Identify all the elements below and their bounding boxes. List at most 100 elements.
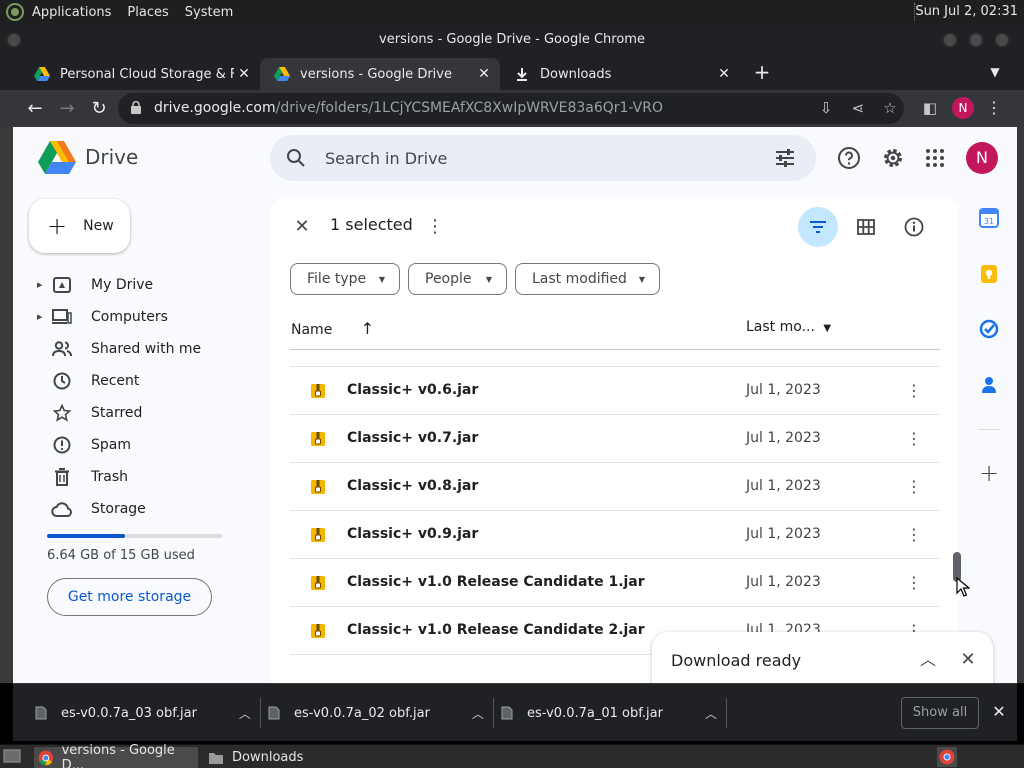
file-more-actions-icon[interactable]: ⋮	[904, 475, 924, 499]
taskbar-item-downloads[interactable]: Downloads	[204, 747, 364, 768]
google-drive-logo-icon[interactable]	[38, 141, 76, 175]
tab-close-icon[interactable]: ✕	[234, 66, 254, 82]
trash-icon	[51, 468, 73, 486]
google-calendar-icon[interactable]: 31	[979, 208, 999, 228]
file-more-actions-icon[interactable]: ⋮	[904, 523, 924, 547]
new-button[interactable]: + New	[29, 199, 130, 253]
tab-personal-cloud-storage[interactable]: Personal Cloud Storage & File ✕	[20, 58, 260, 90]
table-row[interactable]: Classic+ v1.0 Release Candidate 1.jar Ju…	[290, 559, 940, 607]
storage-usage-text: 6.64 GB of 15 GB used	[47, 548, 195, 563]
forward-button[interactable]: →	[54, 96, 80, 122]
menu-applications[interactable]: Applications	[32, 5, 111, 20]
filter-chip-people[interactable]: People ▼	[408, 263, 507, 295]
grid-view-button[interactable]	[846, 207, 886, 247]
tab-close-icon[interactable]: ✕	[474, 66, 494, 82]
expand-arrow-icon[interactable]: ▶	[37, 281, 47, 289]
new-tab-button[interactable]: +	[750, 60, 774, 84]
sidebar-item-trash[interactable]: Trash	[37, 462, 247, 492]
google-tasks-icon[interactable]	[979, 319, 999, 339]
distro-logo-icon[interactable]	[6, 3, 24, 21]
file-more-actions-icon[interactable]: ⋮	[904, 379, 924, 403]
tray-chrome-icon[interactable]	[937, 747, 957, 767]
details-info-button[interactable]	[894, 207, 934, 247]
help-icon[interactable]	[837, 146, 861, 170]
download-item[interactable]: es-v0.0.7a_02 obf.jar ︿	[268, 684, 484, 742]
sidebar-item-my-drive[interactable]: ▶ My Drive	[37, 270, 247, 300]
window-title: versions - Google Drive - Google Chrome	[379, 32, 645, 47]
sidebar-item-spam[interactable]: Spam	[37, 430, 247, 460]
download-options-chevron-up-icon[interactable]: ︿	[239, 705, 251, 722]
account-avatar[interactable]: N	[966, 142, 998, 174]
sidebar-item-computers[interactable]: ▶ Computers	[37, 302, 247, 332]
table-row[interactable]: Classic+ v0.6.jar Jul 1, 2023 ⋮	[290, 367, 940, 415]
sidebar-item-storage[interactable]: Storage	[37, 494, 247, 524]
apps-grid-icon[interactable]	[923, 146, 947, 170]
expand-toast-chevron-up-icon[interactable]: ︿	[916, 648, 940, 672]
toolbar: ← → ↻ drive.google.com/drive/folders/1LC…	[0, 90, 1024, 127]
table-row[interactable]: Classic+ v0.7.jar Jul 1, 2023 ⋮	[290, 415, 940, 463]
search-icon[interactable]	[286, 148, 306, 168]
close-window-button[interactable]	[994, 32, 1010, 48]
settings-gear-icon[interactable]	[881, 146, 905, 170]
taskbar-item-chrome[interactable]: versions - Google D...	[34, 743, 198, 768]
app-name[interactable]: Drive	[85, 145, 138, 169]
tab-downloads[interactable]: Downloads ✕	[500, 58, 740, 90]
close-toast-icon[interactable]: ✕	[956, 648, 980, 672]
expand-arrow-icon[interactable]: ▶	[37, 313, 47, 321]
bookmark-star-icon[interactable]: ☆	[878, 96, 902, 120]
share-icon[interactable]: ⋖	[846, 96, 870, 120]
download-item[interactable]: es-v0.0.7a_03 obf.jar ︿	[35, 684, 251, 742]
google-keep-icon[interactable]	[979, 264, 999, 284]
chrome-menu-icon[interactable]: ⋮	[984, 96, 1004, 120]
sidebar-item-recent[interactable]: Recent	[37, 366, 247, 396]
storage-usage-fill	[47, 534, 125, 538]
tab-close-icon[interactable]: ✕	[714, 66, 734, 82]
table-row[interactable]: Classic+ v0.9.jar Jul 1, 2023 ⋮	[290, 511, 940, 559]
profile-avatar[interactable]: N	[952, 97, 974, 119]
right-desktop-gutter	[1017, 127, 1024, 683]
close-shelf-icon[interactable]: ✕	[987, 700, 1011, 724]
google-contacts-icon[interactable]	[979, 375, 999, 395]
sidebar-item-shared-with-me[interactable]: Shared with me	[37, 334, 247, 364]
search-options-icon[interactable]	[775, 148, 795, 168]
file-more-actions-icon[interactable]: ⋮	[904, 427, 924, 451]
filter-list-view-button[interactable]	[798, 207, 838, 247]
download-options-chevron-up-icon[interactable]: ︿	[705, 705, 717, 722]
show-desktop-icon[interactable]	[3, 748, 21, 764]
search-input[interactable]	[325, 146, 745, 170]
get-more-storage-button[interactable]: Get more storage	[47, 578, 212, 616]
clock[interactable]: Sun Jul 2, 02:31	[915, 4, 1018, 19]
lock-icon[interactable]	[130, 101, 142, 114]
file-modified-date: Jul 1, 2023	[746, 478, 821, 494]
reload-button[interactable]: ↻	[86, 96, 112, 122]
get-add-ons-plus-icon[interactable]: +	[977, 461, 1001, 485]
maximize-button[interactable]	[968, 32, 984, 48]
clear-selection-close-icon[interactable]: ✕	[290, 215, 314, 239]
toast-title: Download ready	[671, 651, 802, 670]
archive-file-icon	[311, 576, 325, 590]
window-titlebar[interactable]: versions - Google Drive - Google Chrome	[0, 24, 1024, 56]
menu-places[interactable]: Places	[127, 5, 168, 20]
filter-chip-last-modified[interactable]: Last modified ▼	[515, 263, 660, 295]
window-menu-button[interactable]	[6, 32, 22, 48]
show-all-downloads-button[interactable]: Show all	[901, 697, 979, 729]
address-bar[interactable]: drive.google.com/drive/folders/1LCjYCSME…	[118, 93, 904, 124]
tab-search-chevron-icon[interactable]: ▼	[983, 60, 1007, 84]
selection-more-actions-icon[interactable]: ⋮	[425, 215, 445, 239]
side-panel-icon[interactable]: ◧	[918, 96, 942, 120]
google-drive-favicon-icon	[34, 67, 50, 81]
minimize-button[interactable]	[942, 32, 958, 48]
menu-system[interactable]: System	[185, 5, 233, 20]
search-bar[interactable]	[270, 135, 816, 181]
download-ready-toast: Download ready ︿ ✕	[652, 632, 993, 683]
filter-chip-file-type[interactable]: File type ▼	[290, 263, 400, 295]
tab-versions-google-drive[interactable]: versions - Google Drive ✕	[260, 58, 500, 90]
table-row[interactable]: Classic+ v0.8.jar Jul 1, 2023 ⋮	[290, 463, 940, 511]
download-options-chevron-up-icon[interactable]: ︿	[472, 705, 484, 722]
file-more-actions-icon[interactable]: ⋮	[904, 571, 924, 595]
back-button[interactable]: ←	[22, 96, 48, 122]
install-app-icon[interactable]: ⇩	[814, 96, 838, 120]
download-item[interactable]: es-v0.0.7a_01 obf.jar ︿	[501, 684, 717, 742]
sidebar-item-starred[interactable]: Starred	[37, 398, 247, 428]
file-name: Classic+ v1.0 Release Candidate 2.jar	[347, 622, 645, 638]
